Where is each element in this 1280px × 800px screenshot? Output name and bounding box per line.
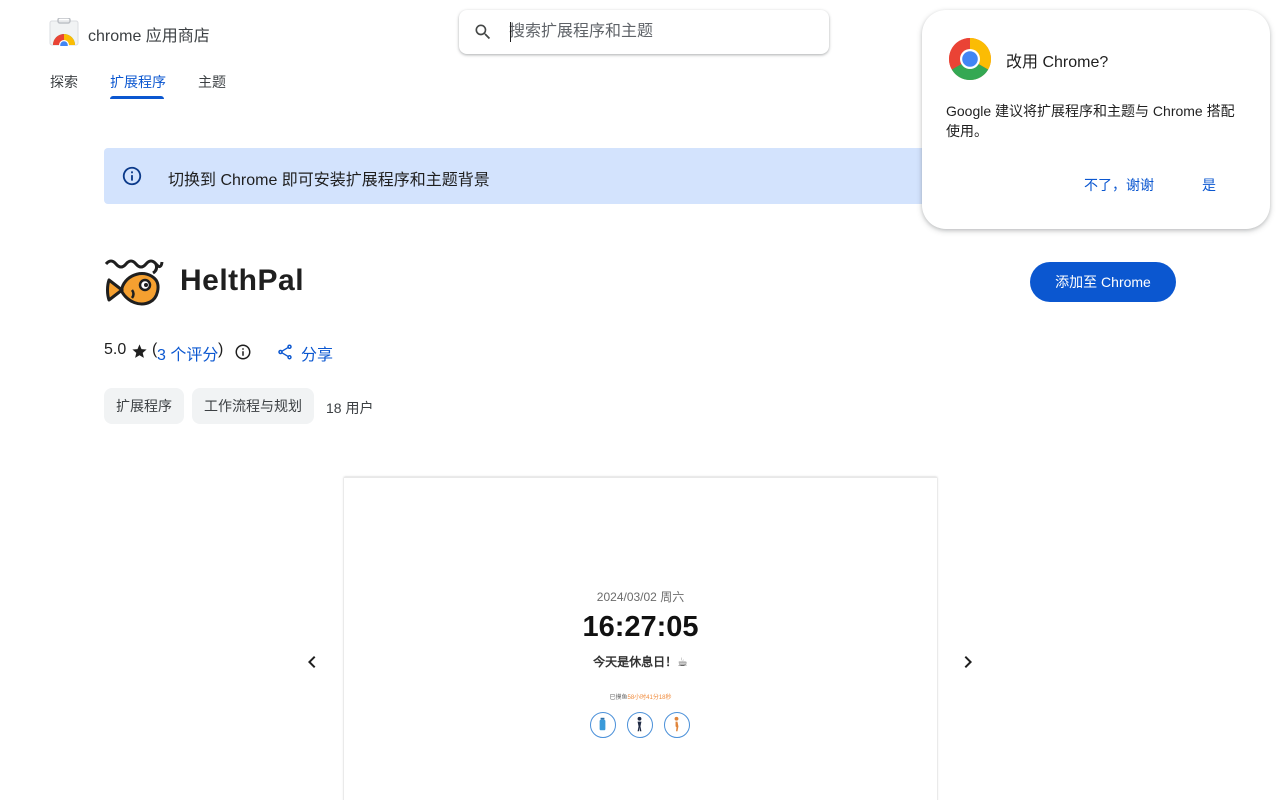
chrome-web-store-logo[interactable] xyxy=(49,17,79,50)
standing-person-icon xyxy=(627,712,653,738)
carousel-next-button[interactable] xyxy=(956,650,980,674)
screenshot-message: 今天是休息日！☕ xyxy=(593,655,688,669)
screenshot-date: 2024/03/02 周六 xyxy=(596,590,685,604)
tab-themes[interactable]: 主题 xyxy=(198,72,226,92)
rating-value: 5.0 xyxy=(104,341,127,358)
screenshot-activity-icons xyxy=(590,712,692,742)
info-icon xyxy=(121,165,143,187)
screenshot-clock: 16:27:05 xyxy=(582,611,699,643)
yes-button[interactable]: 是 xyxy=(1202,174,1216,196)
tab-explore[interactable]: 探索 xyxy=(50,72,78,92)
chevron-left-icon xyxy=(308,656,316,668)
chip-category[interactable]: 工作流程与规划 xyxy=(192,388,314,424)
reviews-link[interactable]: 3 个评分 xyxy=(157,341,218,365)
water-bottle-icon xyxy=(590,712,616,738)
share-label: 分享 xyxy=(301,347,334,364)
rating-paren-close: ) xyxy=(218,341,224,358)
chrome-logo-icon xyxy=(948,37,992,81)
add-to-chrome-button[interactable]: 添加至 Chrome xyxy=(1030,262,1176,302)
fish-logo-icon xyxy=(104,254,164,310)
chevron-right-icon xyxy=(964,656,972,668)
chip-extension[interactable]: 扩展程序 xyxy=(104,388,184,424)
screenshot-elapsed: 已摸鱼58小时41分18秒 xyxy=(344,692,937,701)
rating-info-icon[interactable] xyxy=(234,343,252,361)
extension-screenshot[interactable]: 2024/03/02 周六 16:27:05 今天是休息日！☕ 已摸鱼58小时4… xyxy=(344,477,937,800)
app-title: HelthPal xyxy=(180,264,305,297)
no-thanks-button[interactable]: 不了，谢谢 xyxy=(1084,174,1154,196)
search-box[interactable] xyxy=(459,10,829,54)
search-icon xyxy=(473,22,493,42)
switch-to-chrome-dialog: 改用 Chrome? Google 建议将扩展程序和主题与 Chrome 搭配使… xyxy=(922,10,1270,229)
star-icon xyxy=(131,343,148,360)
carousel-prev-button[interactable] xyxy=(300,650,324,674)
elapsed-prefix: 已摸鱼 xyxy=(609,695,628,701)
active-tab-indicator xyxy=(110,96,164,99)
share-icon xyxy=(276,343,294,361)
dialog-title: 改用 Chrome? xyxy=(1006,54,1109,71)
store-name[interactable]: chrome 应用商店 xyxy=(88,22,210,46)
text-cursor xyxy=(510,22,511,42)
elapsed-value: 58小时41分18秒 xyxy=(627,695,672,701)
dialog-body: Google 建议将扩展程序和主题与 Chrome 搭配使用。 xyxy=(946,103,1235,139)
banner-text: 切换到 Chrome 即可安装扩展程序和主题背景 xyxy=(168,172,490,189)
user-count: 18 用户 xyxy=(326,400,374,416)
search-input[interactable] xyxy=(509,20,809,44)
stretching-person-icon xyxy=(664,712,690,738)
tab-extensions[interactable]: 扩展程序 xyxy=(110,72,166,92)
